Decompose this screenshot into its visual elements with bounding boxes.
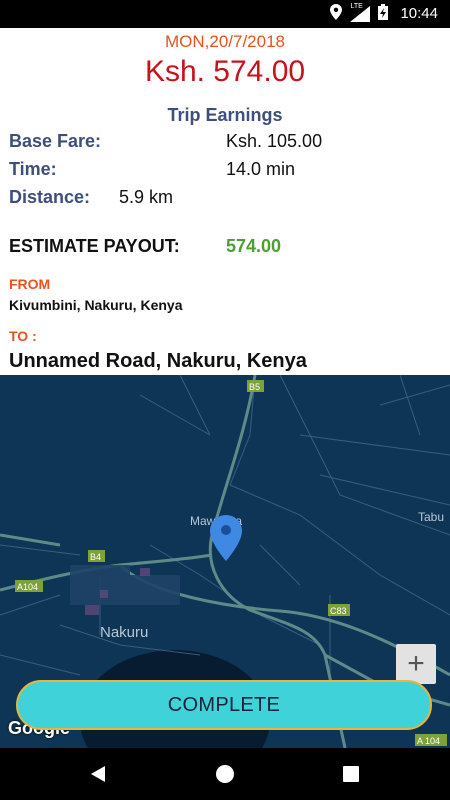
road-shield-a104: A104: [15, 580, 43, 592]
location-icon: [330, 3, 343, 25]
road-shield-b4: B4: [88, 550, 105, 562]
base-fare-row: Base Fare:: [9, 131, 101, 152]
from-address: Kivumbini, Nakuru, Kenya: [9, 297, 183, 313]
map-pin-icon[interactable]: [210, 515, 242, 561]
to-label: TO :: [9, 328, 37, 344]
distance-value: 5.9 km: [119, 187, 174, 207]
svg-text:B5: B5: [249, 382, 260, 392]
home-icon[interactable]: [211, 760, 239, 788]
to-address: Unnamed Road, Nakuru, Kenya: [9, 350, 307, 372]
back-icon[interactable]: [84, 760, 112, 788]
place-label-nakuru: Nakuru: [100, 624, 148, 641]
recents-icon[interactable]: [337, 760, 365, 788]
complete-button[interactable]: COMPLETE: [16, 680, 432, 730]
time-value: 14.0 min: [226, 159, 296, 179]
svg-text:A104: A104: [17, 582, 38, 592]
network-type: LTE: [350, 3, 363, 10]
time-row: Time:: [9, 159, 57, 180]
payout-label: ESTIMATE PAYOUT:: [9, 236, 180, 256]
from-label: FROM: [9, 276, 51, 292]
base-fare-label: Base Fare:: [9, 131, 102, 151]
zoom-in-button[interactable]: +: [396, 644, 436, 684]
place-label-tabu: Tabu: [418, 510, 444, 524]
trip-earnings-card: Trip Earnings Base Fare: Ksh. 105.00 Tim…: [0, 98, 450, 375]
signal-icon: LTE: [350, 3, 371, 22]
distance-label: Distance:: [9, 187, 91, 207]
status-icons: LTE 10:44: [330, 3, 438, 25]
navigation-bar: [0, 748, 450, 800]
base-fare-value: Ksh. 105.00: [226, 131, 323, 151]
road-shield-a104-east: A 104: [415, 734, 447, 746]
svg-text:A 104: A 104: [417, 736, 440, 746]
road-shield-c83: C83: [328, 604, 350, 616]
svg-text:B4: B4: [90, 552, 101, 562]
distance-row: Distance:: [9, 187, 90, 208]
battery-charging-icon: [378, 3, 389, 25]
svg-text:C83: C83: [330, 606, 347, 616]
trip-total: Ksh. 574.00: [144, 55, 306, 88]
trip-date: MON,20/7/2018: [164, 32, 285, 51]
earnings-title: Trip Earnings: [167, 105, 283, 125]
status-bar: LTE 10:44: [0, 0, 450, 28]
trip-summary-card: MON,20/7/2018 Ksh. 574.00: [0, 28, 450, 98]
clock: 10:44: [400, 5, 438, 22]
road-shield-b5: B5: [247, 380, 264, 392]
payout-value: 574.00: [226, 236, 282, 256]
time-label: Time:: [9, 159, 57, 179]
